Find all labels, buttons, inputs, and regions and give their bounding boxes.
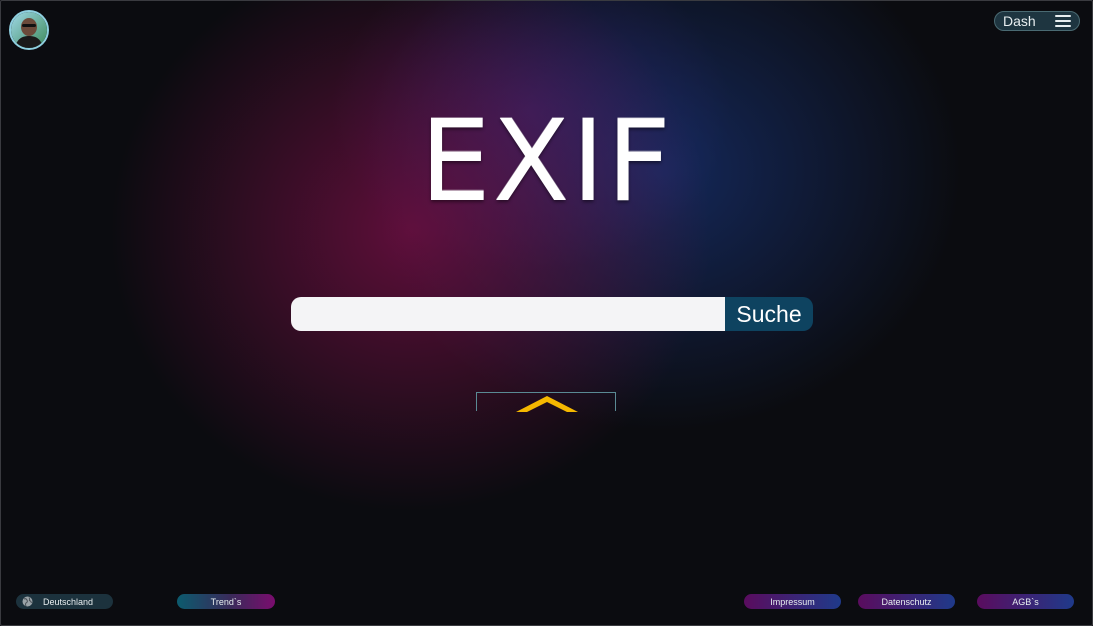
country-label: Deutschland xyxy=(43,596,94,607)
user-avatar[interactable] xyxy=(9,10,49,50)
datenschutz-link[interactable]: Datenschutz xyxy=(858,594,955,609)
search-button[interactable]: Suche xyxy=(725,297,813,331)
impressum-link[interactable]: Impressum xyxy=(744,594,841,609)
page: Dash EXIF Suche Deutschland Trend`s Impr… xyxy=(0,0,1093,626)
search-bar: Suche xyxy=(291,297,813,331)
search-input[interactable] xyxy=(291,297,725,331)
logo-title: EXIF xyxy=(420,97,673,227)
expand-toggle-tab[interactable] xyxy=(476,392,616,412)
trends-link[interactable]: Trend`s xyxy=(177,594,275,609)
dash-label: Dash xyxy=(1003,13,1036,29)
agb-link[interactable]: AGB`s xyxy=(977,594,1074,609)
country-selector[interactable]: Deutschland xyxy=(16,594,113,609)
globe-icon xyxy=(22,596,33,607)
hamburger-menu-icon xyxy=(1055,15,1071,27)
chevron-up-icon xyxy=(516,396,578,412)
avatar-image xyxy=(11,12,47,48)
dash-menu-button[interactable]: Dash xyxy=(994,11,1080,31)
